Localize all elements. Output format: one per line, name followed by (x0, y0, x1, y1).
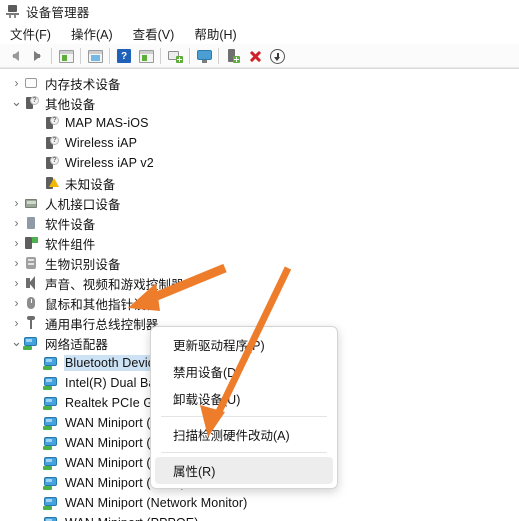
warn-icon (43, 175, 59, 191)
net-icon (43, 515, 59, 521)
tree-row[interactable]: › 声音、视频和游戏控制器 (0, 273, 519, 293)
title-bar: 设备管理器 (0, 0, 519, 22)
tree-row-label: 其他设备 (45, 97, 96, 112)
toolbar-separator (51, 48, 52, 64)
sound-icon (23, 275, 39, 291)
chevron-right-icon[interactable]: › (10, 297, 23, 309)
show-hidden-devices-icon[interactable] (55, 46, 77, 66)
tree-row[interactable]: ⌄? 其他设备 (0, 93, 519, 113)
toolbar-separator (109, 48, 110, 64)
mouse-icon (23, 295, 39, 311)
tree-row[interactable]: ? Wireless iAP v2 (0, 153, 519, 173)
tree-row-label: 内存技术设备 (45, 77, 121, 92)
update-driver-icon[interactable] (164, 46, 186, 66)
tree-row[interactable]: › 人机接口设备 (0, 193, 519, 213)
chevron-right-icon[interactable]: › (10, 237, 23, 249)
tree-row-label: 网络适配器 (45, 337, 109, 352)
hid-icon (23, 195, 39, 211)
net-icon (43, 475, 59, 491)
chevron-right-icon[interactable]: › (10, 277, 23, 289)
menu-bar: 文件(F) 操作(A) 查看(V) 帮助(H) (0, 22, 519, 44)
menu-action[interactable]: 操作(A) (67, 22, 120, 45)
menu-help[interactable]: 帮助(H) (190, 22, 243, 45)
context-menu-separator (161, 416, 327, 417)
tree-row[interactable]: › 鼠标和其他指针设备 (0, 293, 519, 313)
tree-row-label: 软件设备 (45, 217, 96, 232)
ctx-properties[interactable]: 属性(R) (155, 457, 333, 484)
net-icon (43, 435, 59, 451)
tree-row[interactable]: ? Wireless iAP (0, 133, 519, 153)
tree-row-label: 鼠标和其他指针设备 (45, 297, 159, 312)
chevron-right-icon[interactable]: › (10, 217, 23, 229)
back-arrow-icon[interactable] (4, 46, 26, 66)
usb-icon (23, 315, 39, 331)
tree-row-label: 生物识别设备 (45, 257, 121, 272)
tree-row-label: 通用串行总线控制器 (45, 317, 159, 332)
tree-row-label: 未知设备 (65, 177, 116, 192)
help-icon[interactable]: ? (113, 46, 135, 66)
other-icon: ? (43, 115, 59, 131)
view-devices-icon[interactable] (135, 46, 157, 66)
toolbar-separator (189, 48, 190, 64)
card-icon (23, 75, 39, 91)
toolbar-separator (160, 48, 161, 64)
tree-row-label: WAN Miniport (Network Monitor) (65, 496, 248, 510)
net-icon (43, 495, 59, 511)
tree-row[interactable]: › 生物识别设备 (0, 253, 519, 273)
net-icon (43, 375, 59, 391)
softcomp-icon (23, 235, 39, 251)
forward-arrow-icon[interactable] (26, 46, 48, 66)
tree-row-label: 软件组件 (45, 237, 96, 252)
tree-row[interactable]: 未知设备 (0, 173, 519, 193)
context-menu-separator (161, 452, 327, 453)
ctx-disable-device[interactable]: 禁用设备(D) (155, 358, 333, 385)
chevron-down-icon[interactable]: ⌄ (10, 95, 23, 108)
ctx-scan-hardware[interactable]: 扫描检测硬件改动(A) (155, 421, 333, 448)
menu-view[interactable]: 查看(V) (129, 22, 182, 45)
menu-file[interactable]: 文件(F) (6, 22, 58, 45)
tree-row[interactable]: WAN Miniport (Network Monitor) (0, 493, 519, 513)
tree-row[interactable]: › 内存技术设备 (0, 73, 519, 93)
tree-row-label: WAN Miniport (PPPOE) (64, 515, 202, 521)
chevron-right-icon[interactable]: › (10, 77, 23, 89)
properties-window-icon[interactable] (84, 46, 106, 66)
bio-icon (23, 255, 39, 271)
toolbar: ? (0, 44, 519, 69)
net-icon (43, 355, 59, 371)
ctx-uninstall-device[interactable]: 卸载设备(U) (155, 385, 333, 412)
context-menu[interactable]: 更新驱动程序(P) 禁用设备(D) 卸载设备(U) 扫描检测硬件改动(A) 属性(R) (150, 326, 338, 489)
tree-row[interactable]: ? MAP MAS-iOS (0, 113, 519, 133)
toolbar-separator (80, 48, 81, 64)
net-icon (43, 455, 59, 471)
tree-row-label: 声音、视频和游戏控制器 (45, 277, 184, 292)
tree-row[interactable]: › 软件设备 (0, 213, 519, 233)
soft-icon (23, 215, 39, 231)
net-icon (23, 335, 39, 351)
tree-row-label: Wireless iAP (65, 136, 138, 150)
tree-row-label: MAP MAS-iOS (65, 116, 149, 130)
chevron-down-icon[interactable]: ⌄ (10, 335, 23, 348)
uninstall-device-icon[interactable] (244, 46, 266, 66)
chevron-right-icon[interactable]: › (10, 257, 23, 269)
chevron-right-icon[interactable]: › (10, 197, 23, 209)
enable-device-icon[interactable] (222, 46, 244, 66)
toolbar-separator (218, 48, 219, 64)
tree-row-label: Wireless iAP v2 (65, 156, 154, 170)
other-icon: ? (43, 135, 59, 151)
scan-hardware-icon[interactable] (193, 46, 215, 66)
net-icon (43, 415, 59, 431)
tree-row-label: 人机接口设备 (45, 197, 121, 212)
device-manager-icon (6, 4, 20, 18)
net-icon (43, 395, 59, 411)
other-icon: ? (43, 155, 59, 171)
ctx-update-driver[interactable]: 更新驱动程序(P) (155, 331, 333, 358)
tree-row[interactable]: › 软件组件 (0, 233, 519, 253)
chevron-right-icon[interactable]: › (10, 317, 23, 329)
window-title: 设备管理器 (26, 5, 90, 20)
other-icon: ? (23, 95, 39, 111)
download-circle-icon[interactable] (266, 46, 288, 66)
